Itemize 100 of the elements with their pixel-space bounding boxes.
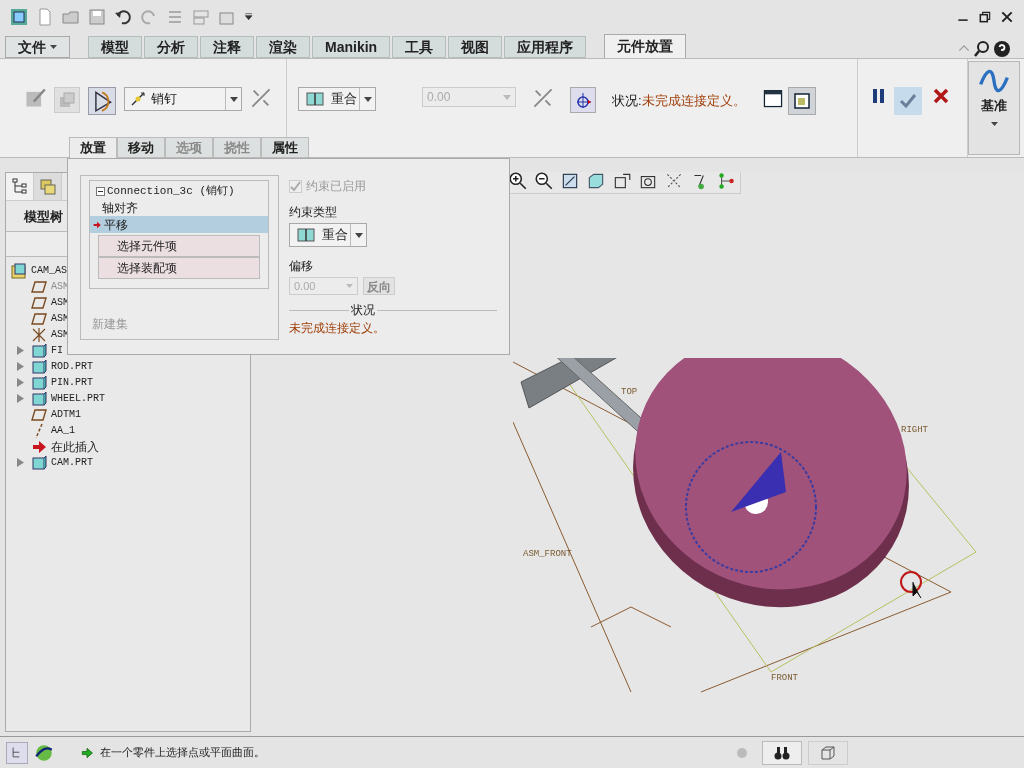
panel-tab[interactable]: 属性 [261, 137, 309, 158]
datum-label: TOP [621, 386, 638, 399]
ribbon-tab[interactable]: 渲染 [256, 36, 310, 58]
status-message: 在一个零件上选择点或平面曲面。 [100, 745, 265, 761]
part-icon [30, 341, 48, 360]
connection-item[interactable]: Connection_3c (销钉) [107, 182, 235, 200]
datum-label: ASM_FRONT [523, 548, 572, 561]
flip-icon[interactable] [532, 87, 554, 109]
constraint-type-dropdown[interactable]: 重合 [289, 223, 367, 247]
crosshair-icon [574, 91, 592, 109]
caret-icon [990, 121, 998, 126]
tree-toggle-button[interactable] [6, 741, 28, 764]
status-message: 未完成连接定义。 [641, 93, 746, 108]
reference-selector[interactable]: 选择装配项 [98, 257, 260, 279]
tree-item[interactable]: PIN.PRT [51, 375, 93, 390]
checkbox-label: 约束已启用 [306, 178, 366, 195]
ribbon-tab[interactable]: 注释 [200, 36, 254, 58]
datum-display-icon[interactable] [664, 172, 684, 191]
refit-icon[interactable] [560, 172, 580, 191]
model-tree-tab[interactable] [6, 173, 34, 200]
zoom-out-icon[interactable] [534, 172, 554, 191]
field-label: 约束类型 [289, 204, 338, 221]
caret-icon [229, 96, 238, 102]
ribbon-tab[interactable]: 分析 [144, 36, 198, 58]
check-icon [290, 180, 301, 192]
move-button[interactable] [570, 87, 596, 113]
tree-item[interactable]: FI [51, 343, 63, 358]
expand-arrow-icon[interactable] [17, 378, 25, 387]
dropdown-value: 重合 [322, 226, 349, 245]
panel-title: 模型树 [24, 208, 63, 226]
arrow-icon [92, 219, 102, 230]
folders-icon [38, 177, 57, 196]
ribbon-tab[interactable]: 元件放置 [604, 34, 687, 58]
dropdown-value: 销钉 [151, 90, 178, 109]
expand-arrow-icon[interactable] [17, 362, 25, 371]
app-icon[interactable] [10, 8, 28, 26]
dropdown-toggle[interactable] [225, 88, 241, 110]
constraint-type-dropdown[interactable]: 重合 [298, 87, 376, 111]
checkbox[interactable] [289, 179, 302, 193]
collapse-toggle-icon[interactable] [96, 186, 105, 196]
window-icon [792, 92, 811, 110]
tree-item[interactable]: CAM.PRT [51, 455, 93, 470]
connection-type-dropdown[interactable]: 销钉 [124, 87, 242, 111]
tree-item[interactable]: CAM_AS [31, 263, 67, 278]
datum-label: RIGHT [901, 424, 928, 437]
file-menu[interactable]: 文件 [5, 36, 70, 58]
undo-icon[interactable] [114, 8, 132, 26]
layers-icon [58, 91, 76, 109]
section-heading: 状况 [350, 302, 376, 319]
close-icon[interactable] [932, 87, 950, 105]
window-icon[interactable] [761, 87, 784, 109]
expand-arrow-icon[interactable] [17, 346, 25, 355]
caret-icon [363, 96, 372, 102]
panel-tab[interactable]: 放置 [69, 137, 117, 158]
tree-item[interactable]: ADTM1 [51, 407, 81, 422]
help-icon[interactable] [993, 40, 1011, 58]
tree-icon [10, 177, 29, 196]
user-defined-button[interactable] [88, 87, 116, 115]
status-label: 状况: [612, 93, 642, 108]
cube-icon[interactable] [586, 172, 606, 191]
expand-arrow-icon[interactable] [17, 394, 25, 403]
coordinate-system-icon [30, 325, 48, 344]
dropdown-toggle[interactable] [350, 224, 366, 246]
coincident-icon [303, 90, 327, 108]
status-message: 未完成连接定义。 [289, 320, 386, 337]
ribbon-tab[interactable]: Manikin [312, 36, 391, 58]
datum-button[interactable]: 基准 [968, 61, 1020, 155]
pin-connection-icon [129, 90, 147, 108]
connection-icon[interactable] [716, 172, 736, 191]
tree-item[interactable]: 在此插入 [51, 437, 99, 456]
ribbon-tab[interactable]: 模型 [88, 36, 142, 58]
tree-item[interactable]: WHEEL.PRT [51, 391, 105, 406]
tree-item[interactable]: ROD.PRT [51, 359, 93, 374]
flip-icon[interactable] [250, 87, 272, 109]
part-icon [30, 389, 48, 408]
part-icon [30, 357, 48, 376]
assembly-icon [10, 261, 28, 280]
expand-arrow-icon[interactable] [17, 458, 25, 467]
confirm-button[interactable] [894, 87, 922, 115]
constraint-item[interactable]: 平移 [90, 216, 268, 233]
field-label: 偏移 [289, 258, 314, 275]
caret-icon [503, 94, 511, 100]
preview-button[interactable] [787, 87, 816, 115]
ribbon-tab[interactable]: 工具 [392, 36, 447, 58]
find-button[interactable] [762, 740, 802, 765]
ribbon-tab[interactable]: 应用程序 [504, 36, 587, 58]
part-icon [30, 453, 48, 472]
part-icon [30, 373, 48, 392]
ribbon-tab[interactable]: 视图 [448, 36, 503, 58]
dropdown-toggle[interactable] [359, 88, 375, 110]
constraint-item[interactable]: 轴对齐 [90, 199, 268, 216]
edit-icon[interactable] [24, 87, 46, 109]
caret-icon [50, 45, 57, 49]
checkmark-icon [899, 92, 917, 110]
tree-item[interactable]: AA_1 [51, 423, 75, 438]
reference-selector[interactable]: 选择元件项 [98, 235, 260, 257]
cube-icon [819, 743, 837, 762]
search-icon[interactable] [973, 40, 991, 58]
panel-tab[interactable]: 移动 [117, 137, 165, 158]
caret-icon [346, 284, 353, 288]
